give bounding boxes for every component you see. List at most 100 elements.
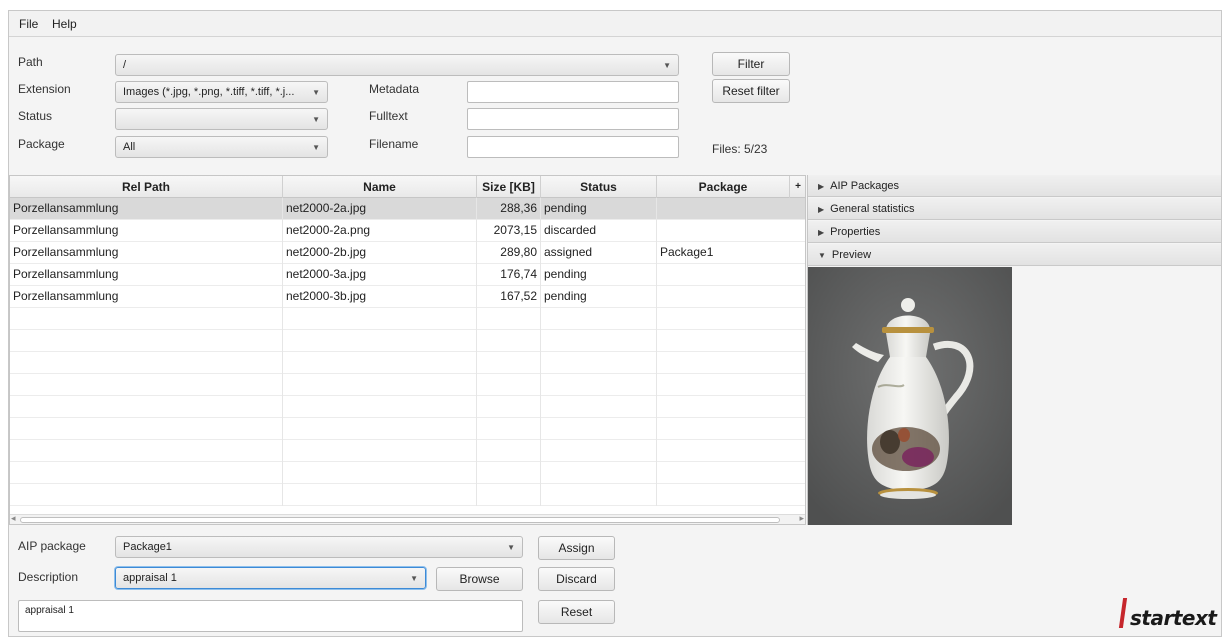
chevron-down-icon: ▼: [312, 88, 320, 97]
metadata-input[interactable]: [467, 81, 679, 103]
aip-package-combo[interactable]: Package1 ▼: [115, 536, 523, 558]
cell-status: [541, 462, 657, 484]
triangle-down-icon: ▼: [818, 251, 826, 260]
path-value: /: [123, 59, 127, 71]
table-header: Rel Path Name Size [KB] Status Package +: [10, 176, 805, 198]
cell-size: [477, 308, 541, 330]
package-value: All: [123, 141, 136, 153]
column-header-status[interactable]: Status: [541, 176, 657, 198]
chevron-down-icon: ▼: [410, 574, 418, 583]
cell-name: [283, 374, 477, 396]
menu-file[interactable]: File: [19, 17, 38, 31]
description-text-area[interactable]: appraisal 1: [18, 600, 523, 632]
porcelain-pot-illustration: [808, 267, 1012, 525]
extension-combo[interactable]: Images (*.jpg, *.png, *.tiff, *.tiff, *.…: [115, 81, 328, 103]
table-row[interactable]: Porzellansammlung net2000-2a.png 2073,15 di…: [10, 220, 805, 242]
cell-rel-path: [10, 462, 283, 484]
cell-status: pending: [541, 198, 657, 220]
cell-name: net2000-3b.jpg: [283, 286, 477, 308]
status-label: Status: [18, 109, 53, 123]
column-header-package[interactable]: Package: [657, 176, 790, 198]
empty-table-row: [10, 484, 805, 506]
triangle-right-icon: ▶: [818, 182, 825, 191]
empty-table-row: [10, 352, 805, 374]
cell-size: [477, 352, 541, 374]
cell-package: [657, 374, 805, 396]
section-label: Properties: [830, 226, 881, 238]
filename-input[interactable]: [467, 136, 679, 158]
reset-filter-button[interactable]: Reset filter: [712, 79, 790, 103]
cell-name: [283, 396, 477, 418]
scroll-left-icon[interactable]: ◂: [11, 513, 16, 524]
scrollbar-thumb[interactable]: [20, 517, 780, 523]
fulltext-input[interactable]: [467, 108, 679, 130]
cell-package: [657, 330, 805, 352]
section-general-statistics[interactable]: ▶ General statistics: [808, 198, 1221, 220]
menu-help[interactable]: Help: [52, 17, 77, 31]
section-aip-packages[interactable]: ▶ AIP Packages: [808, 175, 1221, 197]
description-value: appraisal 1: [123, 572, 177, 584]
cell-name: net2000-2a.jpg: [283, 198, 477, 220]
cell-size: [477, 462, 541, 484]
table-row[interactable]: Porzellansammlung net2000-3b.jpg 167,52 pen…: [10, 286, 805, 308]
scroll-right-icon[interactable]: ▸: [799, 513, 804, 524]
logo-text: startext: [1130, 606, 1217, 630]
files-table: Rel Path Name Size [KB] Status Package +…: [9, 175, 806, 525]
cell-size: [477, 484, 541, 506]
cell-size: [477, 330, 541, 352]
reset-button[interactable]: Reset: [538, 600, 615, 624]
cell-status: pending: [541, 286, 657, 308]
cell-name: [283, 352, 477, 374]
column-header-name[interactable]: Name: [283, 176, 477, 198]
triangle-right-icon: ▶: [818, 205, 825, 214]
cell-name: [283, 462, 477, 484]
empty-table-row: [10, 330, 805, 352]
cell-rel-path: [10, 418, 283, 440]
cell-size: 167,52: [477, 286, 541, 308]
cell-rel-path: Porzellansammlung: [10, 220, 283, 242]
cell-status: pending: [541, 264, 657, 286]
empty-table-row: [10, 418, 805, 440]
cell-rel-path: [10, 440, 283, 462]
add-column-icon[interactable]: +: [790, 176, 805, 198]
browse-button[interactable]: Browse: [436, 567, 523, 591]
extension-value: Images (*.jpg, *.png, *.tiff, *.tiff, *.…: [123, 86, 295, 98]
fulltext-label: Fulltext: [369, 109, 408, 123]
package-combo[interactable]: All ▼: [115, 136, 328, 158]
filter-button[interactable]: Filter: [712, 52, 790, 76]
chevron-down-icon: ▼: [312, 143, 320, 152]
table-row[interactable]: Porzellansammlung net2000-2a.jpg 288,36 pen…: [10, 198, 805, 220]
filename-label: Filename: [369, 137, 419, 151]
cell-package: [657, 264, 805, 286]
section-preview[interactable]: ▼ Preview: [808, 244, 1221, 266]
cell-status: [541, 484, 657, 506]
cell-rel-path: Porzellansammlung: [10, 286, 283, 308]
cell-rel-path: [10, 396, 283, 418]
table-row[interactable]: Porzellansammlung net2000-2b.jpg 289,80 ass…: [10, 242, 805, 264]
cell-status: [541, 440, 657, 462]
status-combo[interactable]: ▼: [115, 108, 328, 130]
side-panel: ▶ AIP Packages ▶ General statistics ▶ Prope…: [807, 175, 1221, 525]
empty-table-row: [10, 396, 805, 418]
triangle-right-icon: ▶: [818, 228, 825, 237]
cell-rel-path: [10, 352, 283, 374]
cell-status: [541, 418, 657, 440]
assign-button[interactable]: Assign: [538, 536, 615, 560]
cell-rel-path: [10, 484, 283, 506]
table-row[interactable]: Porzellansammlung net2000-3a.jpg 176,74 pen…: [10, 264, 805, 286]
app-window: File Help Path / ▼ Extension Images (*.j…: [8, 10, 1222, 637]
cell-name: [283, 484, 477, 506]
path-combo[interactable]: / ▼: [115, 54, 679, 76]
cell-package: [657, 198, 805, 220]
column-header-size[interactable]: Size [KB]: [477, 176, 541, 198]
cell-name: [283, 308, 477, 330]
column-header-rel-path[interactable]: Rel Path: [10, 176, 283, 198]
cell-package: [657, 220, 805, 242]
cell-size: 176,74: [477, 264, 541, 286]
logo-bar: [1118, 598, 1128, 628]
cell-package: [657, 418, 805, 440]
discard-button[interactable]: Discard: [538, 567, 615, 591]
description-combo[interactable]: appraisal 1 ▼: [115, 567, 426, 589]
horizontal-scrollbar[interactable]: ◂ ▸: [10, 513, 805, 524]
section-properties[interactable]: ▶ Properties: [808, 221, 1221, 243]
